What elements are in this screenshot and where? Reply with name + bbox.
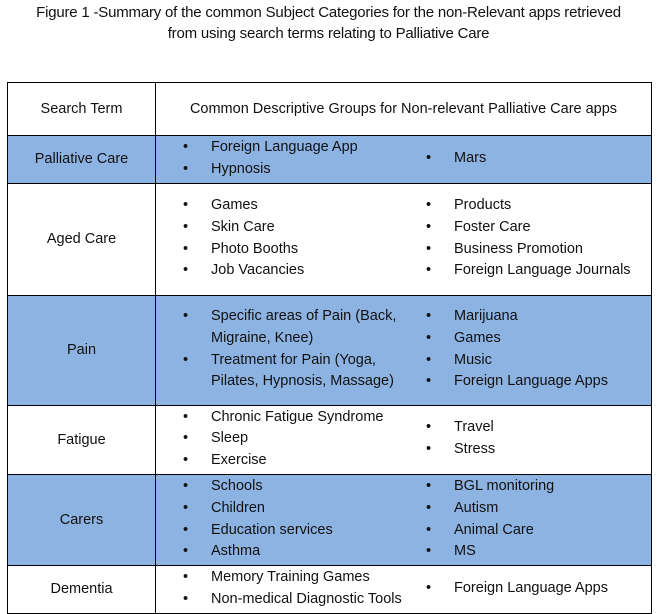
list-item: Exercise [180, 450, 423, 472]
list-item: Chronic Fatigue Syndrome [180, 407, 423, 429]
bullet-list-right: Foreign Language Apps [423, 567, 647, 611]
bullet-list-right: Mars [423, 137, 647, 181]
list-item: MS [423, 541, 647, 563]
list-item: Non-medical Diagnostic Tools [180, 589, 423, 611]
groups-cell: Specific areas of Pain (Back, Migraine, … [155, 294, 652, 406]
list-item: Foreign Language Journals [423, 260, 647, 282]
list-item: Education services [180, 520, 423, 542]
bullet-list-left: Memory Training GamesNon-medical Diagnos… [180, 567, 423, 611]
list-item: Foreign Language Apps [423, 578, 647, 600]
list-item: Children [180, 498, 423, 520]
table-row: Pain Specific areas of Pain (Back, Migrai… [7, 294, 652, 406]
bullet-list-left: Foreign Language AppHypnosis [180, 137, 423, 181]
search-term-cell: Palliative Care [7, 135, 156, 184]
list-item: Products [423, 195, 647, 217]
caption-line-2: from using search terms relating to Pall… [167, 25, 490, 42]
search-term-cell: Dementia [7, 565, 156, 614]
groups-cell: Memory Training GamesNon-medical Diagnos… [155, 565, 652, 614]
bullet-list-left: GamesSkin CarePhoto BoothsJob Vacancies [180, 195, 423, 282]
list-item: Foreign Language Apps [423, 371, 647, 393]
bullet-list-right: BGL monitoringAutismAnimal CareMS [423, 476, 647, 563]
list-item: Games [423, 328, 647, 350]
list-item: Marijuana [423, 306, 647, 328]
list-item: Travel [423, 417, 647, 439]
list-item: Specific areas of Pain (Back, Migraine, … [180, 306, 423, 350]
list-item: Autism [423, 498, 647, 520]
list-item: Foreign Language App [180, 137, 423, 159]
header-search-term: Search Term [7, 82, 156, 136]
list-item: Stress [423, 439, 647, 461]
list-item: Music [423, 350, 647, 372]
table-row: FatigueChronic Fatigue SyndromeSleepExer… [7, 404, 652, 475]
list-item: Animal Care [423, 520, 647, 542]
list-item: Memory Training Games [180, 567, 423, 589]
list-item: Photo Booths [180, 239, 423, 261]
list-item: Asthma [180, 541, 423, 563]
bullet-list-left: SchoolsChildrenEducation servicesAsthma [180, 476, 423, 563]
list-item: BGL monitoring [423, 476, 647, 498]
bullet-list-right: MarijuanaGamesMusicForeign Language Apps [423, 306, 647, 393]
bullet-list-left: Chronic Fatigue SyndromeSleepExercise [180, 407, 423, 472]
header-descriptive-groups: Common Descriptive Groups for Non-releva… [155, 82, 652, 136]
list-item: Mars [423, 148, 647, 170]
search-term-cell: Fatigue [7, 404, 156, 475]
figure-caption: Figure 1 -Summary of the common Subject … [0, 2, 657, 44]
list-item: Job Vacancies [180, 260, 423, 282]
caption-line-1: Figure 1 -Summary of the common Subject … [36, 4, 621, 21]
groups-cell: GamesSkin CarePhoto BoothsJob VacanciesP… [155, 182, 652, 296]
search-term-cell: Aged Care [7, 182, 156, 296]
list-item: Treatment for Pain (Yoga, Pilates, Hypno… [180, 350, 423, 394]
list-item: Hypnosis [180, 159, 423, 181]
search-term-cell: Carers [7, 473, 156, 567]
search-term-cell: Pain [7, 294, 156, 406]
table-row: Dementia Memory Training GamesNon-medical… [7, 565, 652, 614]
groups-cell: Chronic Fatigue SyndromeSleepExerciseTra… [155, 404, 652, 475]
table-row: CarersSchoolsChildrenEducation servicesA… [7, 473, 652, 567]
bullet-list-right: ProductsFoster CareBusiness PromotionFor… [423, 195, 647, 282]
summary-table: Search Term Common Descriptive Groups fo… [7, 82, 652, 614]
groups-cell: Foreign Language AppHypnosisMars [155, 135, 652, 184]
list-item: Sleep [180, 428, 423, 450]
table-row: Palliative CareForeign Language AppHypno… [7, 135, 652, 184]
header-row: Search Term Common Descriptive Groups fo… [7, 82, 652, 136]
list-item: Skin Care [180, 217, 423, 239]
list-item: Business Promotion [423, 239, 647, 261]
list-item: Games [180, 195, 423, 217]
list-item: Schools [180, 476, 423, 498]
table-row: Aged CareGamesSkin CarePhoto BoothsJob V… [7, 182, 652, 296]
groups-cell: SchoolsChildrenEducation servicesAsthmaB… [155, 473, 652, 567]
bullet-list-right: TravelStress [423, 407, 647, 472]
list-item: Foster Care [423, 217, 647, 239]
bullet-list-left: Specific areas of Pain (Back, Migraine, … [180, 306, 423, 393]
